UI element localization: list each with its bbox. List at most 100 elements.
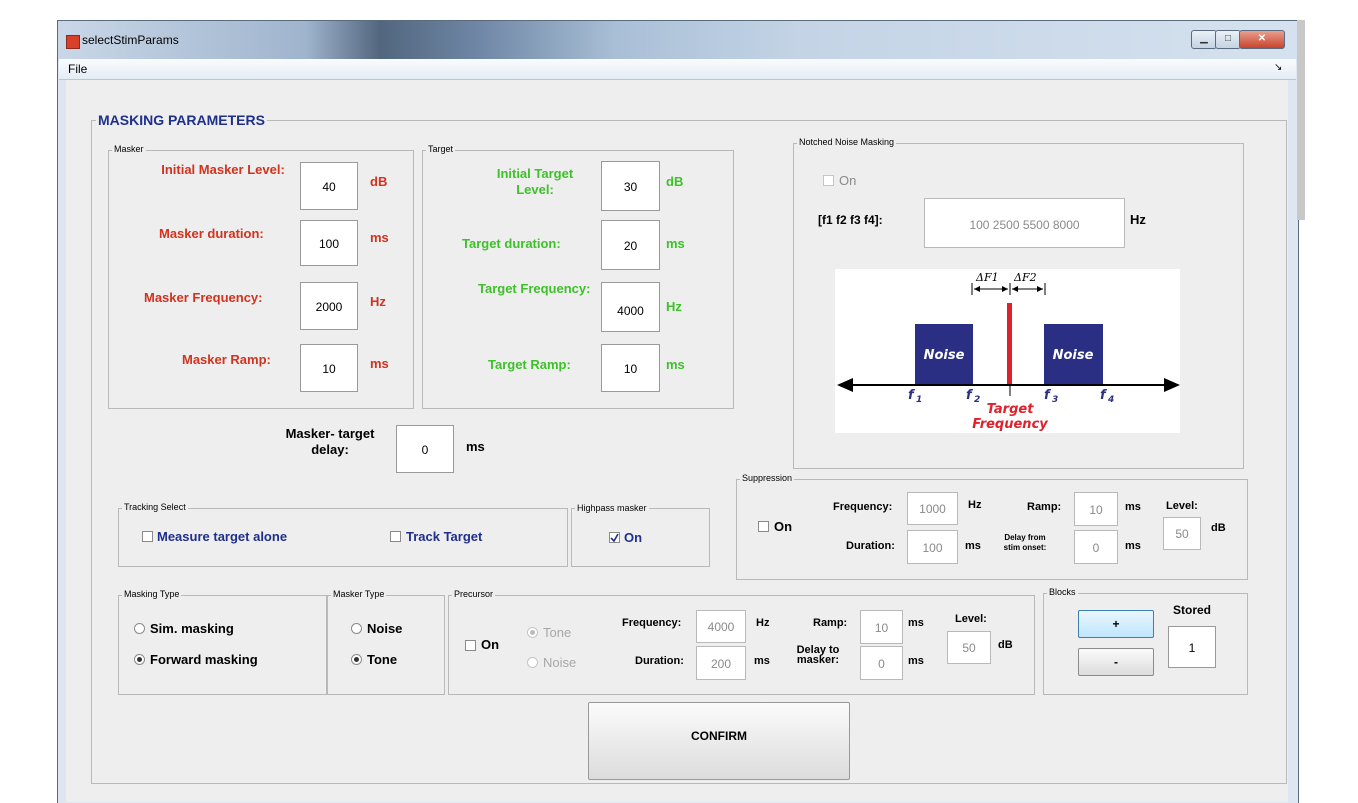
- notched-f-unit: Hz: [1130, 212, 1146, 227]
- maximize-button[interactable]: □: [1215, 30, 1241, 49]
- highpass-on-checkbox[interactable]: [609, 532, 620, 543]
- forward-masking-label: Forward masking: [150, 652, 258, 667]
- precursor-duration-unit: ms: [754, 655, 770, 667]
- notched-on-checkbox[interactable]: [823, 175, 834, 186]
- target-label-line2: Frequency: [972, 417, 1048, 432]
- notched-f-input[interactable]: 100 2500 5500 8000: [924, 198, 1125, 248]
- suppression-level-label: Level:: [1166, 500, 1198, 512]
- precursor-ramp-label: Ramp:: [813, 617, 848, 629]
- remove-block-button[interactable]: -: [1078, 648, 1154, 676]
- sim-masking-label: Sim. masking: [150, 621, 234, 636]
- masker-ramp-label: Masker Ramp:: [182, 352, 271, 367]
- suppression-on-checkbox[interactable]: [758, 521, 769, 532]
- precursor-on-label: On: [481, 637, 500, 652]
- notched-noise-diagram: Noise Noise ΔF1 ΔF2 f 1 f 2 f 3 f 4 Targ…: [835, 269, 1180, 433]
- masker-tone-label: Tone: [367, 652, 398, 667]
- blocks-title: Blocks: [1047, 587, 1078, 597]
- masker-frequency-unit: Hz: [370, 294, 386, 309]
- suppression-delay-unit: ms: [1125, 540, 1141, 552]
- suppression-ramp-input[interactable]: 10: [1074, 492, 1118, 526]
- suppression-delay-input[interactable]: 0: [1074, 530, 1118, 564]
- precursor-level-unit: dB: [998, 639, 1013, 651]
- masker-duration-input[interactable]: 100: [300, 220, 358, 266]
- masker-noise-radio[interactable]: [351, 623, 362, 634]
- checkmark-icon: [610, 533, 619, 542]
- precursor-frequency-input[interactable]: 4000: [696, 610, 746, 643]
- masking-type-panel: [118, 595, 327, 695]
- matlab-app-icon: [66, 35, 80, 49]
- masker-tone-radio[interactable]: [351, 654, 362, 665]
- target-level-label: Initial Target Level:: [496, 166, 574, 197]
- delta-f2-label: ΔF2: [1013, 271, 1037, 284]
- forward-masking-radio[interactable]: [134, 654, 145, 665]
- target-frequency-input[interactable]: 4000: [601, 282, 660, 332]
- precursor-level-label: Level:: [955, 613, 987, 625]
- suppression-frequency-input[interactable]: 1000: [907, 492, 958, 525]
- precursor-level-input[interactable]: 50: [947, 631, 991, 664]
- dock-arrow-icon[interactable]: ↘: [1274, 62, 1282, 73]
- f4-sub: 4: [1107, 395, 1114, 405]
- add-block-button[interactable]: +: [1078, 610, 1154, 638]
- masker-duration-unit: ms: [370, 230, 389, 245]
- confirm-button[interactable]: CONFIRM: [588, 702, 850, 780]
- precursor-ramp-input[interactable]: 10: [860, 610, 903, 644]
- precursor-tone-radio[interactable]: [527, 627, 538, 638]
- track-target-label: Track Target: [406, 529, 483, 544]
- target-duration-unit: ms: [666, 236, 685, 251]
- track-target-checkbox[interactable]: [390, 531, 401, 542]
- notched-noise-title: Notched Noise Masking: [797, 137, 897, 147]
- window-title: selectStimParams: [82, 33, 179, 47]
- target-duration-input[interactable]: 20: [601, 220, 660, 270]
- minimize-button[interactable]: ▁: [1191, 30, 1217, 49]
- notched-on-label: On: [839, 173, 857, 188]
- sim-masking-radio[interactable]: [134, 623, 145, 634]
- measure-alone-label: Measure target alone: [157, 529, 288, 544]
- precursor-tone-label: Tone: [543, 625, 572, 640]
- precursor-delay-label: Delay to masker:: [796, 644, 840, 666]
- delay-label: Masker- target delay:: [285, 426, 375, 457]
- masker-level-unit: dB: [370, 174, 388, 189]
- precursor-duration-input[interactable]: 200: [696, 646, 746, 680]
- noise-label-low: Noise: [924, 348, 965, 363]
- suppression-delay-label: Delay from stim onset:: [1003, 533, 1047, 552]
- masker-frequency-input[interactable]: 2000: [300, 282, 358, 330]
- precursor-duration-label: Duration:: [635, 655, 684, 667]
- suppression-level-input[interactable]: 50: [1163, 517, 1201, 550]
- precursor-noise-radio[interactable]: [527, 657, 538, 668]
- masker-panel-title: Masker: [112, 144, 146, 154]
- f1-sub: 1: [916, 395, 922, 405]
- title-bar[interactable]: [58, 21, 1297, 61]
- stored-label: Stored: [1173, 603, 1212, 617]
- precursor-on-checkbox[interactable]: [465, 640, 476, 651]
- close-button[interactable]: ✕: [1239, 30, 1285, 49]
- menu-file[interactable]: File: [68, 62, 87, 76]
- masker-level-input[interactable]: 40: [300, 162, 358, 210]
- masker-ramp-input[interactable]: 10: [300, 344, 358, 392]
- suppression-frequency-label: Frequency:: [833, 501, 893, 513]
- precursor-delay-input[interactable]: 0: [860, 646, 903, 680]
- delay-input[interactable]: 0: [396, 425, 454, 473]
- masker-noise-label: Noise: [367, 621, 403, 636]
- masker-ramp-unit: ms: [370, 356, 389, 371]
- suppression-level-unit: dB: [1211, 522, 1226, 534]
- measure-alone-checkbox[interactable]: [142, 531, 153, 542]
- f2-sub: 2: [974, 395, 980, 405]
- precursor-title: Precursor: [452, 589, 496, 599]
- suppression-duration-input[interactable]: 100: [907, 530, 958, 564]
- target-frequency-unit: Hz: [666, 299, 682, 314]
- target-ramp-input[interactable]: 10: [601, 344, 660, 392]
- target-duration-label: Target duration:: [462, 236, 561, 251]
- target-level-input[interactable]: 30: [601, 161, 660, 211]
- masker-frequency-label: Masker Frequency:: [144, 290, 263, 305]
- precursor-ramp-unit: ms: [908, 617, 924, 629]
- highpass-title: Highpass masker: [575, 503, 649, 513]
- masking-type-title: Masking Type: [122, 589, 182, 599]
- masker-panel: [108, 150, 414, 409]
- suppression-ramp-unit: ms: [1125, 501, 1141, 513]
- target-frequency-label: Target Frequency:: [478, 281, 591, 296]
- suppression-frequency-unit: Hz: [968, 499, 982, 511]
- delta-f1-label: ΔF1: [975, 271, 999, 284]
- f3-sub: 3: [1052, 395, 1058, 405]
- target-frequency-line: [1007, 303, 1012, 385]
- suppression-title: Suppression: [740, 473, 795, 483]
